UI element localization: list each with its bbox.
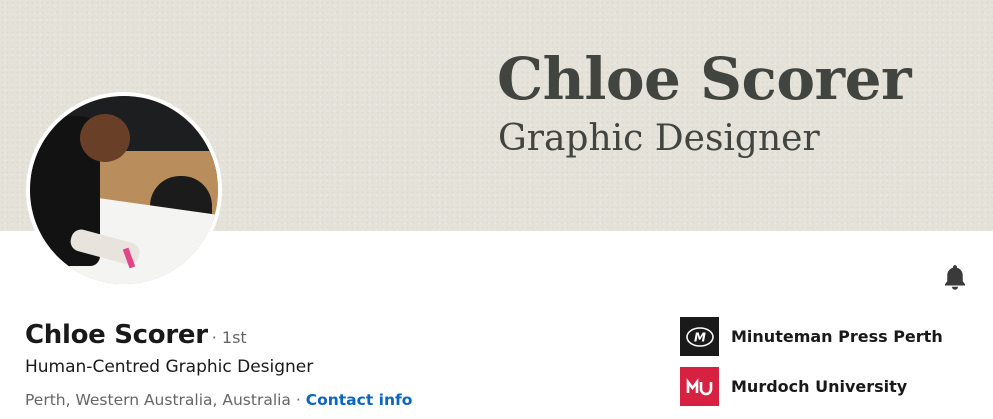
banner-name: Chloe Scorer	[497, 45, 912, 113]
profile-photo	[30, 96, 218, 284]
org-name: Murdoch University	[731, 377, 908, 396]
location-row: Perth, Western Australia, Australia · Co…	[25, 391, 412, 409]
profile-name: Chloe Scorer	[25, 320, 208, 350]
org-minuteman-press[interactable]: M Minuteman Press Perth	[680, 317, 943, 356]
org-murdoch-university[interactable]: Murdoch University	[680, 367, 907, 406]
location-separator: ·	[290, 391, 306, 409]
profile-headline: Human-Centred Graphic Designer	[25, 357, 314, 377]
bell-icon[interactable]	[940, 262, 970, 292]
svg-text:M: M	[694, 330, 706, 344]
minuteman-press-logo: M	[680, 317, 719, 356]
contact-info-link[interactable]: Contact info	[306, 391, 413, 409]
murdoch-university-logo	[680, 367, 719, 406]
profile-location: Perth, Western Australia, Australia	[25, 391, 291, 409]
name-row: Chloe Scorer · 1st	[25, 320, 247, 350]
profile-avatar[interactable]	[26, 92, 222, 288]
org-name: Minuteman Press Perth	[731, 327, 943, 346]
banner-role: Graphic Designer	[498, 118, 820, 159]
connection-degree: · 1st	[211, 328, 247, 347]
